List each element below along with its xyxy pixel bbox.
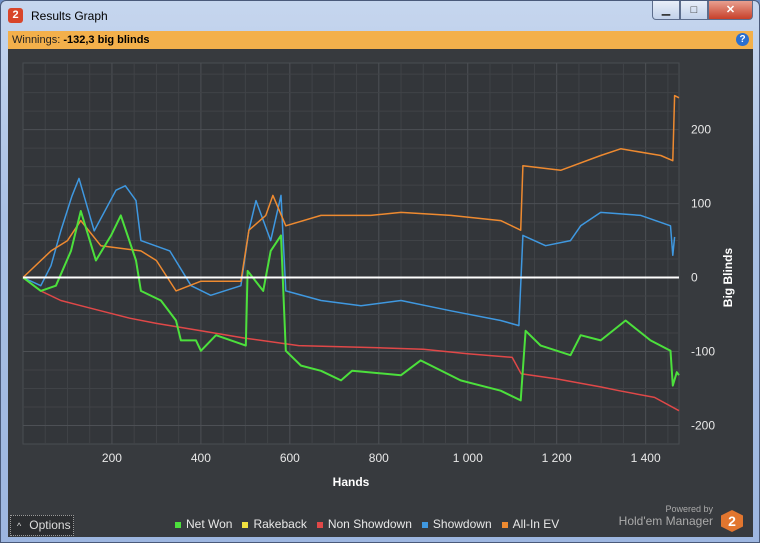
winnings-value: -132,3 big blinds <box>63 34 150 46</box>
chart-legend: Net Won Rakeback Non Showdown Showdown All-I… <box>175 517 559 531</box>
legend-label: Net Won <box>186 517 233 531</box>
results-chart: 200 400 600 800 1 000 1 200 1 4002001000-100-2… <box>22 62 735 489</box>
y-tick-label: 100 <box>691 197 711 211</box>
x-tick-label: 1 000 <box>453 451 483 465</box>
legend-swatch <box>242 521 249 528</box>
powered-by: Powered by <box>665 504 713 514</box>
chevron-up-icon: ^ <box>17 521 22 531</box>
legend-item[interactable]: Showdown <box>421 517 492 531</box>
legend-swatch <box>175 521 181 528</box>
legend-swatch <box>421 521 428 528</box>
y-tick-label: 200 <box>691 123 711 137</box>
x-tick-label: 800 <box>369 451 389 465</box>
x-axis-title: Hands <box>333 475 370 489</box>
app-icon: 2 <box>8 8 23 23</box>
results-graph-window: 2 Results Graph ▁ □ ✕ Winnings: -132,3 b… <box>0 0 760 543</box>
options-button[interactable]: ^ Options <box>10 515 74 536</box>
close-button[interactable]: ✕ <box>708 1 753 20</box>
legend-item[interactable]: Non Showdown <box>316 517 412 531</box>
legend-label: Rakeback <box>253 517 307 531</box>
legend-label: All-In EV <box>512 517 560 531</box>
x-tick-label: 1 400 <box>631 451 661 465</box>
x-tick-label: 400 <box>191 451 211 465</box>
title-bar[interactable]: 2 Results Graph ▁ □ ✕ <box>1 1 759 30</box>
plot-area <box>22 62 680 445</box>
y-tick-label: -100 <box>691 345 715 359</box>
legend-item[interactable]: Net Won <box>175 517 232 531</box>
legend-item[interactable]: Rakeback <box>242 517 307 531</box>
graph-panel: Winnings: -132,3 big blinds ? 200 400 600 8… <box>8 31 753 537</box>
window-title: Results Graph <box>31 9 108 23</box>
legend-swatch <box>501 521 508 528</box>
brand-name: Hold'em Manager <box>618 514 713 528</box>
x-tick-label: 200 <box>102 451 122 465</box>
brand: Powered by Hold'em Manager 2 <box>618 504 743 532</box>
legend-item[interactable]: All-In EV <box>501 517 560 531</box>
y-tick-label: -200 <box>691 419 715 433</box>
winnings-label: Winnings: <box>12 34 61 46</box>
y-axis-title: Big Blinds <box>721 248 735 308</box>
help-icon[interactable]: ? <box>736 33 749 46</box>
minimize-button[interactable]: ▁ <box>652 1 680 20</box>
legend-label: Showdown <box>432 517 492 531</box>
y-tick-label: 0 <box>691 271 698 285</box>
winnings-bar: Winnings: -132,3 big blinds ? <box>8 31 753 49</box>
options-label: Options <box>29 518 71 532</box>
legend-label: Non Showdown <box>327 517 412 531</box>
x-tick-label: 1 200 <box>542 451 572 465</box>
legend-swatch <box>316 521 323 528</box>
x-tick-label: 600 <box>280 451 300 465</box>
maximize-button[interactable]: □ <box>680 1 708 20</box>
